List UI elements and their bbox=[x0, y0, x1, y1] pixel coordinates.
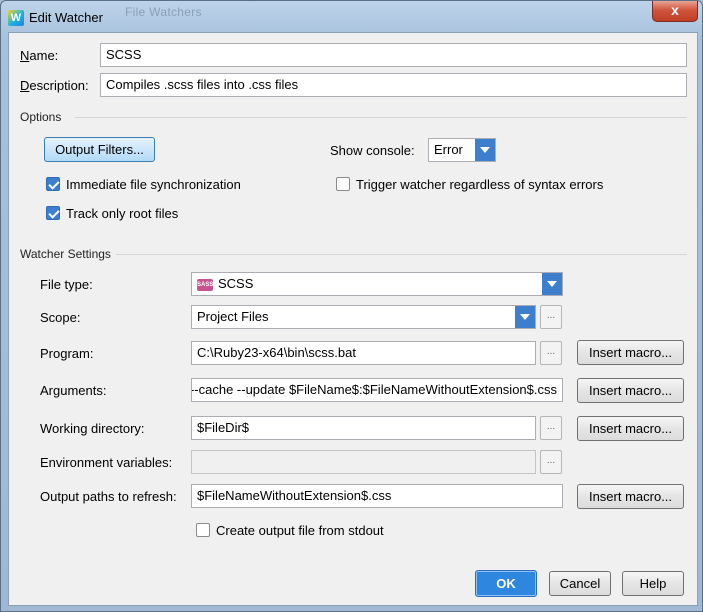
show-console-value: Error bbox=[434, 142, 463, 157]
program-insert-macro-button[interactable]: Insert macro... bbox=[577, 340, 684, 365]
dialog-content: Name: SCSS Description: Compiles .scss f… bbox=[8, 32, 698, 606]
environment-variables-label: Environment variables: bbox=[40, 455, 173, 470]
cancel-button[interactable]: Cancel bbox=[549, 571, 611, 596]
arguments-label: Arguments: bbox=[40, 383, 107, 398]
output-paths-input[interactable]: $FileNameWithoutExtension$.css bbox=[191, 484, 563, 508]
help-button[interactable]: Help bbox=[622, 571, 684, 596]
file-type-label: File type: bbox=[40, 277, 93, 292]
working-directory-browse-button[interactable]: ... bbox=[540, 416, 562, 440]
ok-button[interactable]: OK bbox=[475, 570, 537, 597]
trigger-regardless-label: Trigger watcher regardless of syntax err… bbox=[356, 177, 604, 192]
program-input[interactable]: C:\Ruby23-x64\bin\scss.bat bbox=[191, 341, 536, 365]
scope-browse-button[interactable]: ... bbox=[540, 305, 562, 329]
working-directory-insert-macro-button[interactable]: Insert macro... bbox=[577, 416, 684, 441]
working-directory-input[interactable]: $FileDir$ bbox=[191, 416, 536, 440]
output-paths-insert-macro-button[interactable]: Insert macro... bbox=[577, 484, 684, 509]
description-label-text: escription: bbox=[29, 78, 89, 93]
close-button[interactable]: x bbox=[652, 1, 698, 22]
immediate-sync-checkbox[interactable] bbox=[46, 177, 60, 191]
output-filters-button[interactable]: Output Filters... bbox=[44, 137, 155, 162]
scope-label: Scope: bbox=[40, 310, 81, 325]
scope-select[interactable]: Project Files bbox=[191, 305, 536, 329]
name-label-text: ame: bbox=[29, 48, 59, 63]
name-input[interactable]: SCSS bbox=[100, 43, 687, 67]
program-browse-button[interactable]: ... bbox=[540, 341, 562, 365]
show-console-select[interactable]: Error bbox=[428, 138, 496, 162]
file-type-value: SCSS bbox=[218, 276, 254, 291]
chevron-down-icon bbox=[475, 139, 495, 161]
output-paths-label: Output paths to refresh: bbox=[40, 489, 177, 504]
description-input[interactable]: Compiles .scss files into .css files bbox=[100, 73, 687, 97]
chevron-down-icon bbox=[515, 306, 535, 328]
title-bar[interactable]: W Edit Watcher File Watchers x bbox=[1, 1, 702, 33]
chevron-down-icon bbox=[542, 273, 562, 295]
track-root-checkbox[interactable] bbox=[46, 206, 60, 220]
options-section-title: Options bbox=[20, 110, 62, 124]
background-window-text: File Watchers bbox=[125, 5, 202, 19]
dialog-title: Edit Watcher bbox=[29, 10, 103, 25]
create-output-stdout-label: Create output file from stdout bbox=[216, 523, 384, 538]
arguments-value: --cache --update $FileName$:$FileNameWit… bbox=[191, 382, 557, 397]
immediate-sync-label: Immediate file synchronization bbox=[66, 177, 241, 192]
edit-watcher-dialog: W Edit Watcher File Watchers x Name: SCS… bbox=[0, 0, 703, 612]
scope-value: Project Files bbox=[197, 309, 269, 324]
arguments-input[interactable]: --cache --update $FileName$:$FileNameWit… bbox=[191, 378, 563, 402]
create-output-stdout-checkbox[interactable] bbox=[196, 523, 210, 537]
webstorm-app-icon: W bbox=[8, 10, 24, 26]
watcher-settings-section-title: Watcher Settings bbox=[20, 247, 111, 261]
working-directory-label: Working directory: bbox=[40, 421, 145, 436]
show-console-label: Show console: bbox=[330, 143, 415, 158]
sass-icon: SASS bbox=[197, 278, 213, 291]
file-type-select[interactable]: SASS SCSS bbox=[191, 272, 563, 296]
close-icon: x bbox=[671, 2, 679, 18]
options-divider bbox=[75, 117, 687, 118]
program-label: Program: bbox=[40, 346, 94, 361]
environment-variables-input bbox=[191, 450, 536, 474]
track-root-label: Track only root files bbox=[66, 206, 179, 221]
environment-variables-browse-button[interactable]: ... bbox=[540, 450, 562, 474]
arguments-insert-macro-button[interactable]: Insert macro... bbox=[577, 378, 684, 403]
description-label: Description: bbox=[20, 78, 89, 93]
name-label: Name: bbox=[20, 48, 59, 63]
trigger-regardless-checkbox[interactable] bbox=[336, 177, 350, 191]
watcher-settings-divider bbox=[116, 254, 687, 255]
